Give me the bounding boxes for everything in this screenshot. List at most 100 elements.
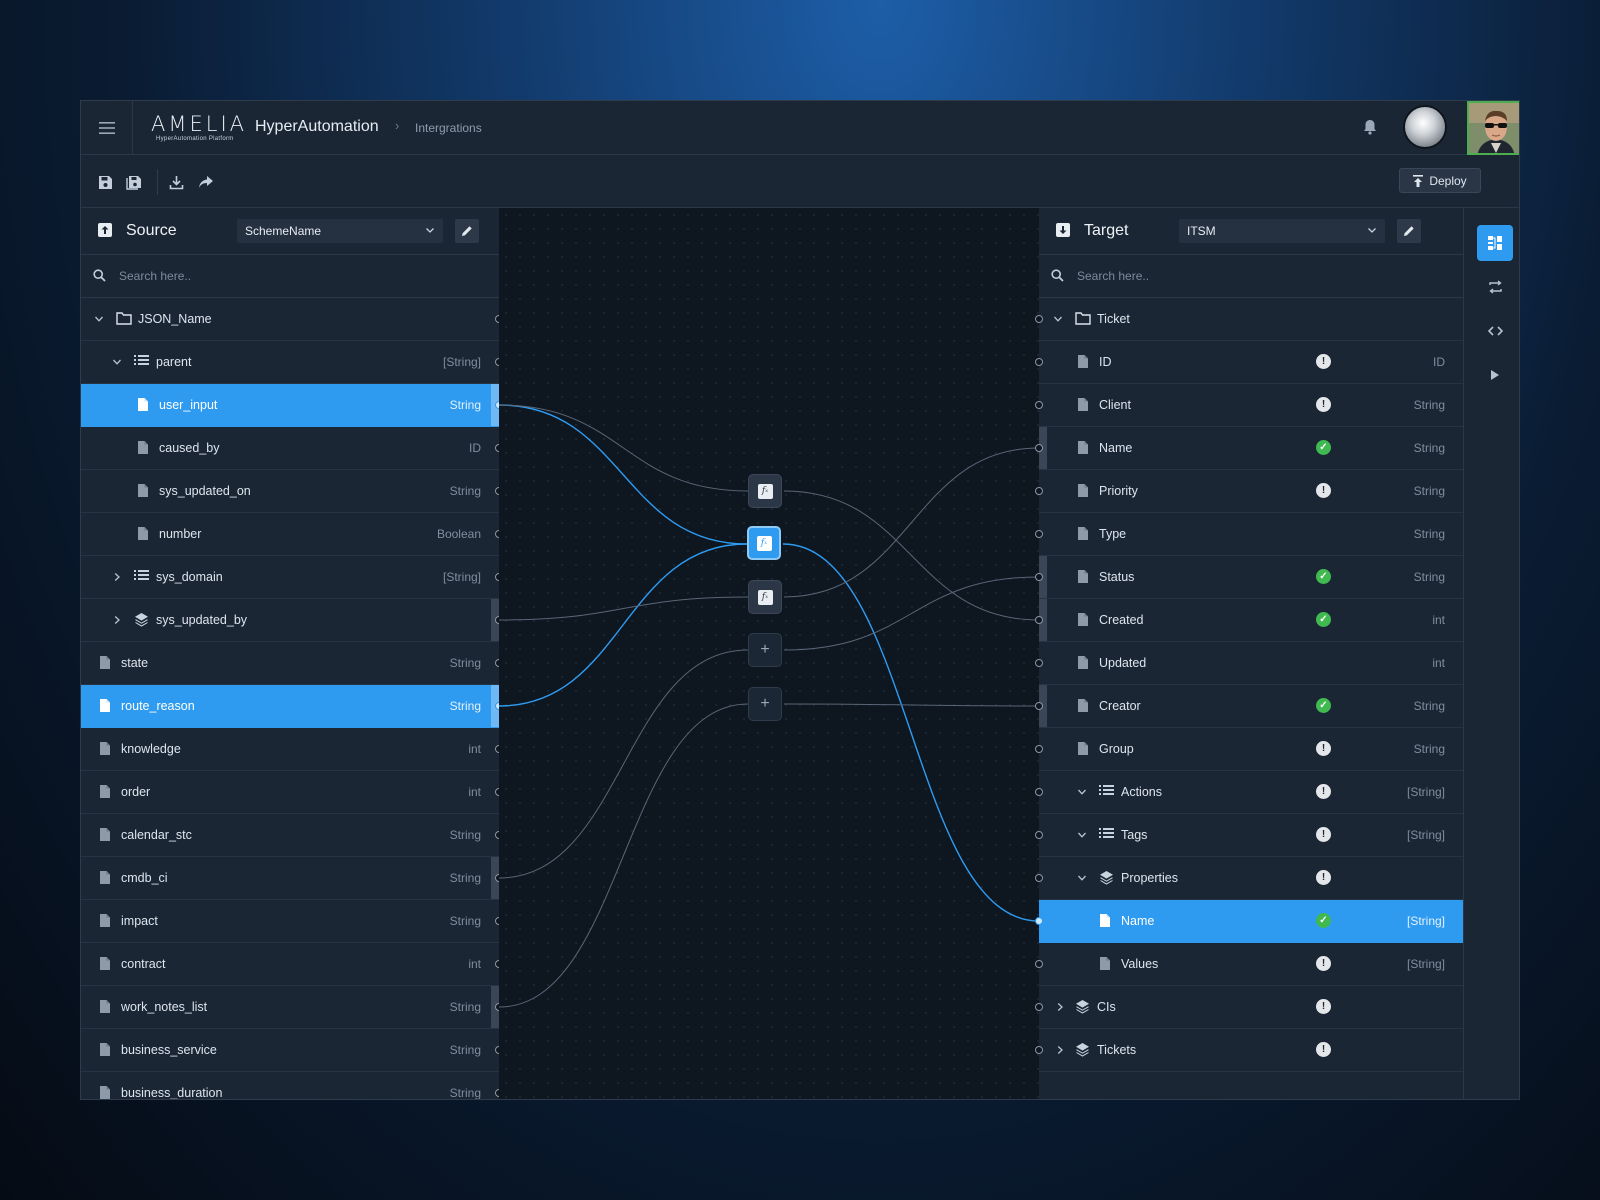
share-icon[interactable] xyxy=(195,171,217,193)
chevron-down-icon[interactable] xyxy=(1077,828,1087,843)
connection-port[interactable] xyxy=(1035,1046,1043,1054)
connection-line[interactable] xyxy=(499,649,749,879)
source-row[interactable]: business_duration String xyxy=(81,1072,503,1099)
target-row[interactable]: Name ✓ String xyxy=(1035,427,1463,470)
mapping-view-icon[interactable] xyxy=(1477,225,1513,261)
play-icon[interactable] xyxy=(1477,357,1513,393)
connection-port[interactable] xyxy=(1035,1003,1043,1011)
connection-port[interactable] xyxy=(1035,401,1043,409)
source-row[interactable]: sys_updated_by xyxy=(81,599,503,642)
target-row[interactable]: Tags! [String] xyxy=(1035,814,1463,857)
chevron-down-icon[interactable] xyxy=(1053,312,1063,327)
target-search-input[interactable] xyxy=(1077,265,1377,287)
target-row[interactable]: Values! [String] xyxy=(1035,943,1463,986)
connection-port[interactable] xyxy=(1035,315,1043,323)
chevron-right-icon[interactable] xyxy=(112,570,122,585)
connection-port[interactable] xyxy=(1035,573,1043,581)
target-row[interactable]: Group! String xyxy=(1035,728,1463,771)
user-avatar[interactable] xyxy=(1467,101,1519,155)
target-row[interactable]: Created ✓ int xyxy=(1035,599,1463,642)
connection-port[interactable] xyxy=(1035,487,1043,495)
avatar-blank[interactable] xyxy=(1403,105,1447,149)
chevron-right-icon[interactable] xyxy=(1055,1000,1065,1015)
source-row[interactable]: cmdb_ci String xyxy=(81,857,503,900)
target-row[interactable]: Priority! String xyxy=(1035,470,1463,513)
connection-port[interactable] xyxy=(1035,659,1043,667)
connection-port[interactable] xyxy=(1035,444,1043,452)
connection-line[interactable] xyxy=(499,596,749,621)
source-row[interactable]: JSON_Name xyxy=(81,298,503,341)
connection-port[interactable] xyxy=(1035,616,1043,624)
deploy-button[interactable]: Deploy xyxy=(1399,168,1481,193)
target-row[interactable]: ID! ID xyxy=(1035,341,1463,384)
code-icon[interactable] xyxy=(1477,313,1513,349)
connection-line[interactable] xyxy=(783,447,1039,598)
mapping-canvas[interactable]: fx fx fx + + xyxy=(499,208,1039,1099)
active-connection-line[interactable] xyxy=(499,404,748,545)
target-row[interactable]: CIs! xyxy=(1035,986,1463,1029)
source-scheme-select[interactable]: SchemeName xyxy=(237,219,443,243)
active-connection-line[interactable] xyxy=(499,543,748,707)
target-row[interactable]: Client! String xyxy=(1035,384,1463,427)
connection-port[interactable] xyxy=(1035,874,1043,882)
connection-line[interactable] xyxy=(783,703,1039,707)
connection-port[interactable] xyxy=(1035,702,1043,710)
target-row[interactable]: Status ✓ String xyxy=(1035,556,1463,599)
connection-port[interactable] xyxy=(1035,530,1043,538)
function-node[interactable]: fx xyxy=(748,580,782,614)
target-scheme-select[interactable]: ITSM xyxy=(1179,219,1385,243)
function-node[interactable]: fx xyxy=(748,474,782,508)
source-row-selected[interactable]: user_input String xyxy=(81,384,503,427)
source-row[interactable]: order int xyxy=(81,771,503,814)
connection-port[interactable] xyxy=(1035,831,1043,839)
chevron-down-icon[interactable] xyxy=(112,355,122,370)
source-row[interactable]: knowledge int xyxy=(81,728,503,771)
source-row[interactable]: state String xyxy=(81,642,503,685)
target-row[interactable]: Updated int xyxy=(1035,642,1463,685)
source-row[interactable]: business_service String xyxy=(81,1029,503,1072)
target-row[interactable]: Actions! [String] xyxy=(1035,771,1463,814)
chevron-right-icon[interactable] xyxy=(112,613,122,628)
source-row[interactable]: impact String xyxy=(81,900,503,943)
target-row[interactable]: Tickets! xyxy=(1035,1029,1463,1072)
amelia-logo[interactable]: AMELIA HyperAutomation Platform xyxy=(151,113,244,142)
edit-target-button[interactable] xyxy=(1397,219,1421,243)
source-row[interactable]: sys_domain [String] xyxy=(81,556,503,599)
function-node-active[interactable]: fx xyxy=(747,526,781,560)
connection-line[interactable] xyxy=(499,404,749,492)
chevron-down-icon[interactable] xyxy=(94,312,104,327)
bell-icon[interactable] xyxy=(1363,119,1377,138)
source-row[interactable]: calendar_stc String xyxy=(81,814,503,857)
connection-port[interactable] xyxy=(1035,917,1043,925)
connection-line[interactable] xyxy=(499,703,749,1008)
connection-line[interactable] xyxy=(783,576,1039,651)
add-node-button[interactable]: + xyxy=(748,633,782,667)
connection-line[interactable] xyxy=(783,490,1039,621)
source-row[interactable]: number Boolean xyxy=(81,513,503,556)
hamburger-menu-icon[interactable] xyxy=(81,101,133,155)
target-row-selected[interactable]: Name ✓ [String] xyxy=(1035,900,1463,943)
source-row[interactable]: contract int xyxy=(81,943,503,986)
target-row[interactable]: Properties! xyxy=(1035,857,1463,900)
source-row[interactable]: parent [String] xyxy=(81,341,503,384)
chevron-right-icon[interactable] xyxy=(1055,1043,1065,1058)
source-search-input[interactable] xyxy=(119,265,419,287)
target-row[interactable]: Type String xyxy=(1035,513,1463,556)
swap-icon[interactable] xyxy=(1477,269,1513,305)
connection-port[interactable] xyxy=(1035,745,1043,753)
source-row[interactable]: work_notes_list String xyxy=(81,986,503,1029)
save-icon[interactable] xyxy=(94,171,116,193)
active-connection-line[interactable] xyxy=(782,543,1039,922)
chevron-down-icon[interactable] xyxy=(1077,871,1087,886)
source-row-selected[interactable]: route_reason String xyxy=(81,685,503,728)
connection-port[interactable] xyxy=(1035,358,1043,366)
target-row[interactable]: Ticket xyxy=(1035,298,1463,341)
connection-port[interactable] xyxy=(1035,788,1043,796)
source-row[interactable]: caused_by ID xyxy=(81,427,503,470)
source-row[interactable]: sys_updated_on String xyxy=(81,470,503,513)
save-all-icon[interactable] xyxy=(123,171,145,193)
connection-port[interactable] xyxy=(1035,960,1043,968)
breadcrumb[interactable]: Intergrations xyxy=(415,121,482,135)
edit-source-button[interactable] xyxy=(455,219,479,243)
download-icon[interactable] xyxy=(165,171,187,193)
